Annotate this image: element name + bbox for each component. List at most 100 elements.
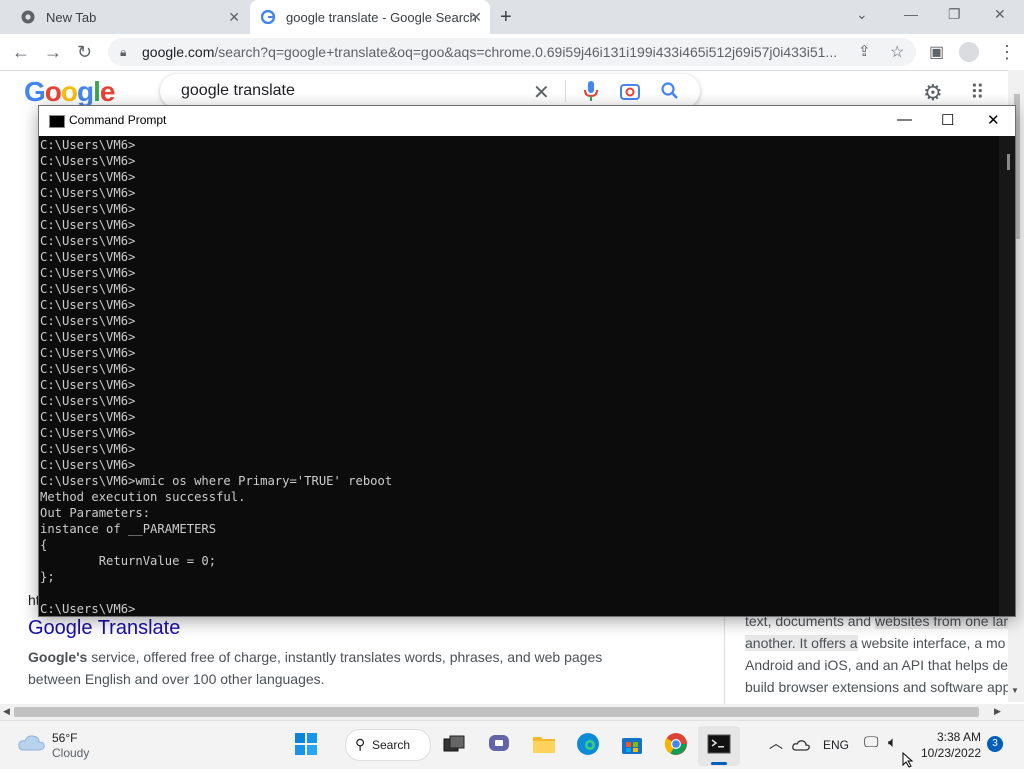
chrome-menu-icon[interactable]: ⋮ (998, 42, 1016, 63)
console-output[interactable]: C:\Users\VM6> C:\Users\VM6> C:\Users\VM6> C… (40, 137, 998, 615)
lens-camera-icon[interactable] (620, 82, 640, 105)
input-language-indicator[interactable]: ENG (823, 738, 849, 752)
lock-icon[interactable]: 🔒︎ (120, 45, 126, 60)
scroll-down-arrow-icon[interactable]: ▼ (1011, 686, 1019, 695)
share-icon[interactable]: ⇪ (858, 42, 871, 60)
snippet-bold: Google's (28, 649, 88, 665)
task-view-icon[interactable] (440, 730, 468, 758)
cmd-minimize-icon[interactable]: — (897, 111, 912, 128)
new-tab-plus-icon[interactable]: + (500, 6, 512, 29)
close-window-icon[interactable]: ✕ (994, 6, 1006, 23)
console-line: C:\Users\VM6> (40, 346, 136, 360)
cmd-scrollbar[interactable] (999, 136, 1015, 616)
side-panel-icon[interactable]: ▣ (929, 42, 944, 62)
logo-letter: G (24, 76, 46, 107)
google-favicon-icon (260, 9, 276, 25)
panel-text: website interface, a mo (857, 635, 1006, 651)
tab-new-tab[interactable]: New Tab ✕ (0, 0, 248, 34)
google-logo[interactable]: Google (24, 76, 116, 108)
show-hidden-icons-chevron-icon[interactable]: ︿ (769, 733, 783, 753)
tab-google-translate-search[interactable]: google translate - Google Search ✕ (250, 0, 490, 34)
reload-icon[interactable]: ↻ (77, 42, 92, 63)
close-tab-icon[interactable]: ✕ (228, 9, 240, 26)
tab-search-chevron-icon[interactable]: ⌄ (856, 6, 868, 23)
panel-text: build browser extensions and software ap… (745, 679, 1010, 695)
cloud-weather-icon[interactable] (18, 733, 46, 756)
cmd-close-icon[interactable]: ✕ (987, 111, 1000, 129)
console-line: C:\Users\VM6> (40, 298, 136, 312)
console-line: ReturnValue = 0; (40, 554, 217, 568)
command-prompt-window[interactable]: Command Prompt — ☐ ✕ C:\Users\VM6> C:\Use… (38, 105, 1016, 617)
clock-time[interactable]: 3:38 AM (937, 730, 981, 744)
logo-letter: e (99, 76, 116, 107)
console-line: Method execution successful. (40, 490, 246, 504)
close-tab-icon[interactable]: ✕ (470, 9, 482, 26)
cmd-title-bar[interactable]: Command Prompt — ☐ ✕ (39, 106, 1015, 136)
weather-condition[interactable]: Cloudy (52, 746, 89, 760)
network-icon[interactable]: 🖵︎ (864, 734, 878, 751)
volume-speaker-icon[interactable]: 🔈︎ (888, 734, 897, 751)
console-line: }; (40, 570, 55, 584)
taskbar-search-label: Search (372, 738, 411, 752)
cmd-app-icon (49, 115, 65, 128)
file-explorer-icon[interactable] (530, 730, 558, 758)
console-line: C:\Users\VM6> (40, 170, 136, 184)
restore-icon[interactable]: ❐ (948, 6, 961, 23)
bookmark-star-icon[interactable]: ☆ (890, 42, 904, 62)
console-line: C:\Users\VM6> (40, 458, 136, 472)
panel-line: another. It offers a website interface, … (745, 632, 1010, 654)
logo-letter: g (77, 76, 94, 107)
console-line: C:\Users\VM6> (40, 138, 136, 152)
search-query-text[interactable]: google translate (181, 82, 295, 100)
cmd-maximize-icon[interactable]: ☐ (941, 111, 954, 129)
search-magnifier-icon[interactable] (661, 82, 679, 105)
cmd-scroll-thumb[interactable] (1007, 154, 1010, 170)
clock-date[interactable]: 10/23/2022 (921, 746, 981, 760)
voice-search-mic-icon[interactable] (584, 80, 598, 107)
console-line: Out Parameters: (40, 506, 151, 520)
console-line: C:\Users\VM6> (40, 394, 136, 408)
url-text[interactable]: google.com/search?q=google+translate&oq=… (142, 44, 842, 60)
console-line: C:\Users\VM6> (40, 282, 136, 296)
knowledge-panel-text: text, documents and websites from one la… (745, 610, 1010, 698)
panel-line: build browser extensions and software ap… (745, 676, 1010, 698)
onedrive-cloud-icon[interactable] (792, 738, 810, 756)
panel-line: Android and iOS, and an API that helps d… (745, 654, 1010, 676)
console-line: C:\Users\VM6> (40, 314, 136, 328)
cmd-taskbar-icon[interactable] (705, 730, 733, 758)
notification-count-badge[interactable]: 3 (987, 736, 1003, 752)
minimize-icon[interactable]: — (904, 6, 918, 22)
console-line: C:\Users\VM6> (40, 234, 136, 248)
forward-arrow-icon[interactable]: → (44, 42, 62, 63)
back-arrow-icon[interactable]: ← (12, 42, 30, 63)
scroll-left-arrow-icon[interactable]: ◀ (3, 706, 10, 717)
edge-browser-icon[interactable] (574, 730, 602, 758)
chrome-taskbar-icon[interactable] (662, 730, 690, 758)
windows-start-icon[interactable] (292, 730, 320, 758)
console-line: C:\Users\VM6> (40, 154, 136, 168)
tab-label: google translate - Google Search (286, 9, 477, 25)
panel-highlight: another. It offers a (745, 635, 858, 651)
console-line: C:\Users\VM6> (40, 218, 136, 232)
result-title-link[interactable]: Google Translate (28, 617, 180, 640)
clear-search-icon[interactable]: ✕ (533, 80, 550, 105)
console-line: C:\Users\VM6> (40, 426, 136, 440)
url-host: google.com (142, 44, 215, 60)
google-apps-grid-icon[interactable]: ⠿ (970, 80, 985, 105)
url-path: /search?q=google+translate&oq=goo&aqs=ch… (214, 44, 838, 60)
settings-gear-icon[interactable]: ⚙ (923, 80, 943, 106)
teams-chat-icon[interactable] (485, 730, 513, 758)
tab-label: New Tab (46, 9, 97, 25)
taskbar-search-icon: ⚲ (355, 736, 366, 752)
console-line: C:\Users\VM6> (40, 250, 136, 264)
scroll-right-arrow-icon[interactable]: ▶ (994, 706, 1001, 717)
profile-avatar-icon[interactable] (959, 42, 979, 62)
search-divider (565, 80, 566, 102)
console-line: C:\Users\VM6> (40, 602, 136, 615)
panel-text: Android and iOS, and an API that helps d… (745, 657, 1009, 673)
page-horizontal-scroll-thumb[interactable] (14, 707, 979, 717)
microsoft-store-icon[interactable] (618, 730, 646, 758)
console-line: instance of __PARAMETERS (40, 522, 217, 536)
weather-temp[interactable]: 56°F (52, 731, 77, 745)
console-line: C:\Users\VM6> (40, 186, 136, 200)
